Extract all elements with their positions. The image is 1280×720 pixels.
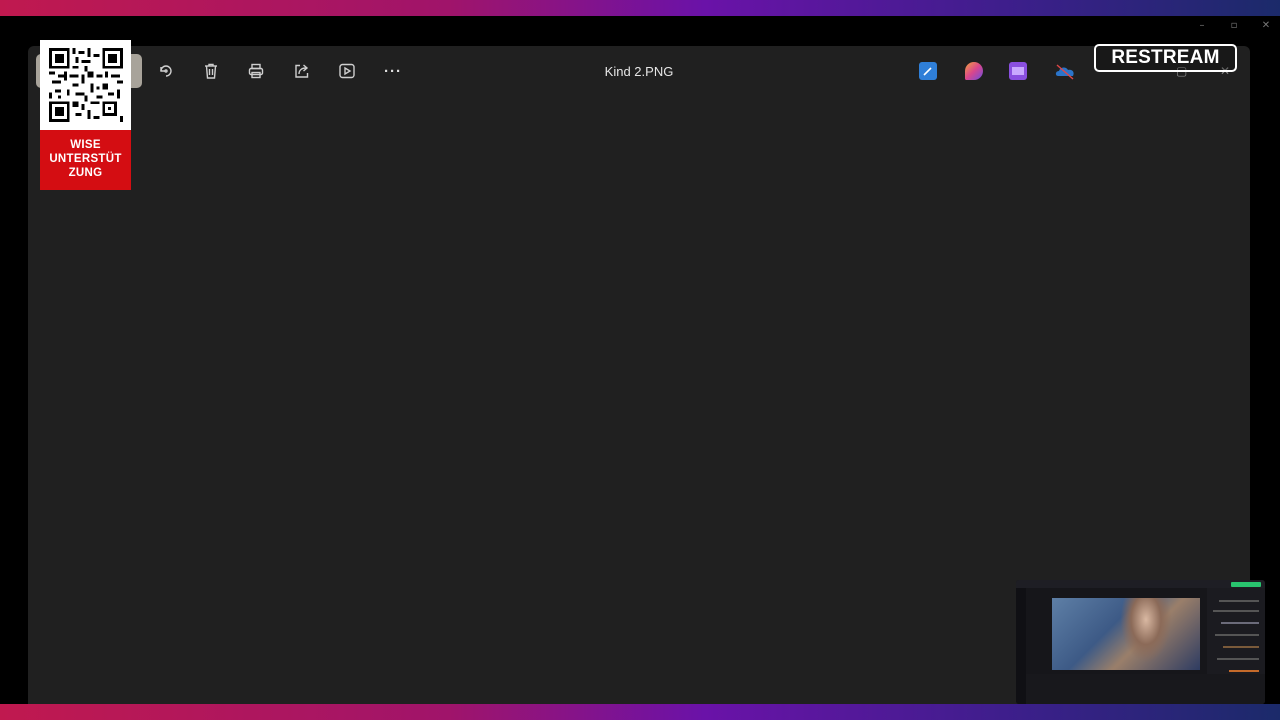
toolbar: ··· Kind 2.PNG — ▢ ✕ (28, 46, 1250, 96)
pip-person (1116, 598, 1176, 670)
qr-code (40, 40, 131, 130)
pip-chat-line (1217, 658, 1259, 660)
outer-close-button[interactable]: ✕ (1260, 20, 1272, 31)
qr-code-image (48, 48, 123, 122)
restream-logo: RESTREAM (1094, 44, 1237, 72)
pip-topbar (1016, 580, 1265, 588)
outer-window-controls: – ▫ ✕ (1196, 20, 1272, 31)
pip-green-badge (1231, 582, 1261, 587)
pip-chat-line (1215, 634, 1259, 636)
qr-donation-overlay: WISE UNTERSTÜT ZUNG (40, 40, 131, 190)
pip-chat-line (1213, 610, 1259, 612)
onedrive-icon[interactable] (1054, 62, 1076, 80)
stream-preview-thumbnail (1016, 580, 1265, 704)
clipchamp-app-icon[interactable] (965, 62, 983, 80)
video-editor-app-icon[interactable] (1009, 62, 1027, 80)
pip-sidebar (1016, 588, 1026, 704)
pip-chat-line (1223, 646, 1259, 648)
outer-maximize-button[interactable]: ▫ (1228, 20, 1240, 31)
pip-bottom-bar (1026, 674, 1265, 704)
edit-app-icon[interactable] (919, 62, 937, 80)
pip-chat-line (1219, 600, 1259, 602)
pip-chat-line (1229, 670, 1259, 672)
qr-caption: WISE UNTERSTÜT ZUNG (40, 130, 131, 190)
outer-minimize-button[interactable]: – (1196, 20, 1208, 31)
pip-chat-line (1221, 622, 1259, 624)
